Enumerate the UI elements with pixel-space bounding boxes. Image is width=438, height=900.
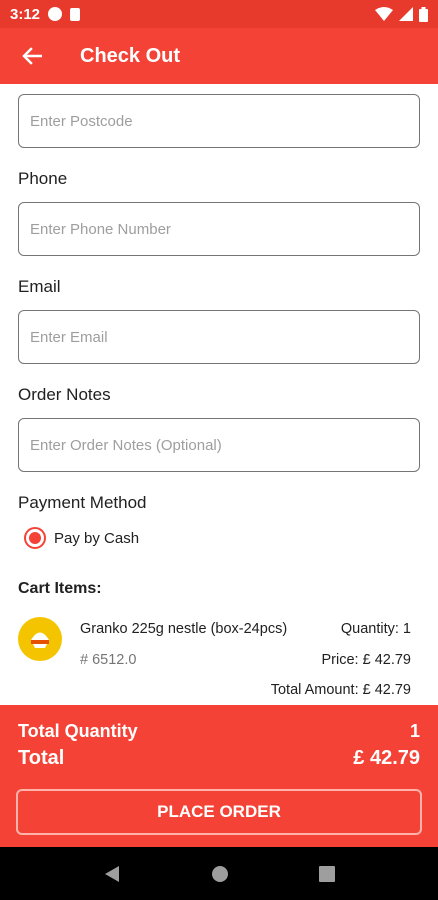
product-code: # 6512.0 (80, 652, 137, 668)
back-arrow-icon (22, 47, 42, 65)
total-quantity-label: Total Quantity (18, 721, 138, 741)
product-price: Price: £ 42.79 (321, 652, 411, 668)
nav-back-icon[interactable] (103, 865, 121, 883)
total-row: Total £ 42.79 (18, 747, 420, 770)
total-quantity-value: 1 (409, 721, 420, 741)
phone-input[interactable]: Enter Phone Number (18, 202, 420, 256)
radio-selected-icon[interactable] (24, 527, 46, 549)
total-label: Total (18, 747, 65, 769)
email-input[interactable]: Enter Email (18, 310, 420, 364)
pay-by-cash-option[interactable]: Pay by Cash (24, 527, 139, 549)
cart-items-title: Cart Items: (18, 580, 102, 597)
status-bar: 3:12 (0, 0, 438, 28)
phone-label: Phone (18, 169, 68, 188)
order-notes-label: Order Notes (18, 385, 111, 404)
order-notes-placeholder: Enter Order Notes (Optional) (30, 436, 222, 454)
postcode-input[interactable]: Enter Postcode (18, 94, 420, 148)
wifi-icon (375, 7, 393, 21)
product-name: Granko 225g nestle (box-24pcs) (80, 621, 288, 637)
checkout-form[interactable]: Enter Postcode Phone Enter Phone Number … (0, 84, 438, 704)
product-total-amount: Total Amount: £ 42.79 (270, 682, 411, 698)
app-bar: Check Out (0, 28, 438, 84)
back-button[interactable] (0, 28, 64, 84)
nav-home-icon[interactable] (211, 865, 229, 883)
page-title: Check Out (80, 44, 181, 67)
email-placeholder: Enter Email (30, 328, 108, 346)
total-quantity-row: Total Quantity 1 (18, 721, 420, 742)
product-quantity: Quantity: 1 (340, 621, 411, 637)
payment-method-label: Payment Method (18, 493, 147, 512)
product-icon (18, 617, 62, 661)
pay-by-cash-label: Pay by Cash (54, 529, 140, 547)
total-value: £ 42.79 (353, 747, 420, 769)
sim-card-icon (70, 7, 81, 21)
notification-icon (48, 7, 63, 21)
place-order-button[interactable]: PLACE ORDER (16, 789, 422, 835)
battery-icon (419, 6, 428, 22)
order-summary-footer: Total Quantity 1 Total £ 42.79 PLACE ORD… (0, 705, 438, 847)
signal-icon (399, 7, 413, 21)
system-nav-bar (0, 847, 438, 900)
phone-placeholder: Enter Phone Number (30, 220, 171, 238)
nav-recents-icon[interactable] (319, 865, 335, 882)
status-time: 3:12 (10, 5, 41, 23)
postcode-placeholder: Enter Postcode (30, 112, 133, 130)
email-label: Email (18, 277, 61, 296)
order-notes-input[interactable]: Enter Order Notes (Optional) (18, 418, 420, 472)
